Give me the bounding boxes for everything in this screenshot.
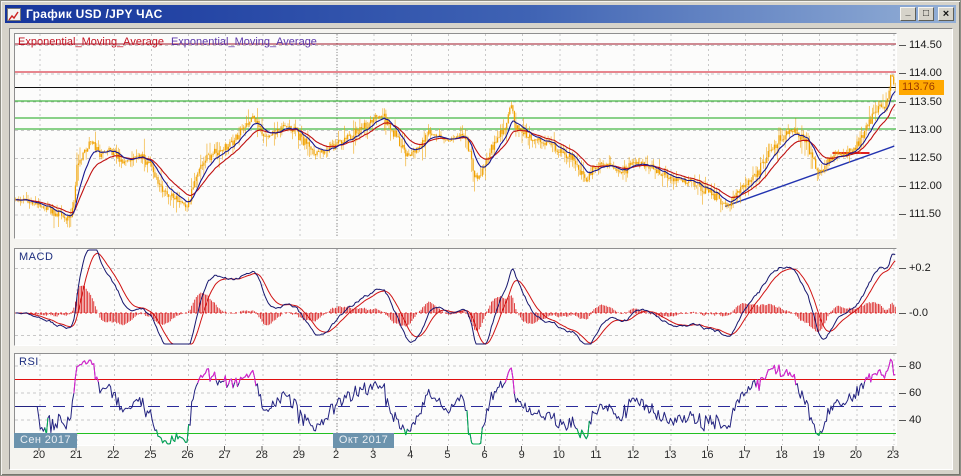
macd-grid [15, 249, 896, 345]
rsi-label: RSI [19, 356, 39, 368]
maximize-button[interactable]: □ [918, 7, 934, 21]
date-label: 20 [842, 449, 870, 462]
scale-tick-label: +0.2 [899, 262, 931, 275]
rsi-panel[interactable]: RSI [14, 353, 897, 446]
scale-tick-label: 80 [899, 360, 921, 373]
scale-tick-label: 40 [899, 414, 921, 427]
scale-tick-label: 112.00 [899, 180, 942, 193]
date-label: 18 [768, 449, 796, 462]
grid-lines [15, 34, 896, 238]
price-scale[interactable]: 113.76 114.50 114.00 113.50 113.00 112.50 112… [899, 29, 953, 469]
scale-tick-label: 114.50 [899, 39, 942, 52]
scale-tick-label: -0.0 [899, 307, 928, 320]
date-label: 19 [805, 449, 833, 462]
scale-tick-label: 60 [899, 387, 921, 400]
chart-window: График USD /JPY ЧАС _ □ × Exponential_Mo… [0, 0, 961, 476]
scale-tick-label: 112.50 [899, 152, 942, 165]
macd-lines [16, 250, 895, 344]
rsi-levels [15, 380, 896, 434]
trendline [725, 146, 894, 206]
macd-panel[interactable]: MACD [14, 248, 897, 346]
ema-label-2: Exponential_Moving_Average [171, 36, 317, 48]
candlestick-plot[interactable] [15, 34, 896, 238]
date-label: 26 [174, 449, 202, 462]
date-label: 3 [359, 449, 387, 462]
date-label: 11 [582, 449, 610, 462]
rsi-plot[interactable] [15, 354, 896, 445]
date-label: 27 [211, 449, 239, 462]
title-bar[interactable]: График USD /JPY ЧАС _ □ × [5, 5, 956, 23]
date-label: 5 [433, 449, 461, 462]
date-label: 9 [508, 449, 536, 462]
date-label: 10 [545, 449, 573, 462]
date-label: 29 [285, 449, 313, 462]
level-lines [15, 44, 896, 129]
line-chart-icon [7, 8, 21, 21]
ema-lines [16, 91, 895, 215]
scale-tick-label: 111.50 [899, 208, 941, 221]
date-label: 17 [730, 449, 758, 462]
date-label: 12 [619, 449, 647, 462]
candles [16, 75, 895, 229]
date-label: 6 [471, 449, 499, 462]
date-label: 25 [136, 449, 164, 462]
rsi-line [16, 359, 895, 444]
date-label: 13 [656, 449, 684, 462]
minimize-button[interactable]: _ [900, 7, 916, 21]
month-badge-sep: Сен 2017 [14, 433, 77, 448]
date-label: 16 [693, 449, 721, 462]
chart-content: Exponential_Moving_Average Exponential_Mo… [9, 28, 953, 470]
date-label: 2 [322, 449, 350, 462]
date-label: 23 [879, 449, 907, 462]
ema-label-1: Exponential_Moving_Average [18, 36, 164, 48]
window-title: График USD /JPY ЧАС [26, 7, 900, 21]
date-label: 28 [248, 449, 276, 462]
date-label: 22 [99, 449, 127, 462]
macd-label: MACD [19, 251, 53, 263]
scale-tick-label: 113.50 [899, 96, 942, 109]
indicator-labels: Exponential_Moving_Average Exponential_Mo… [18, 36, 324, 48]
scale-tick-label: 114.00 [899, 67, 942, 80]
rsi-grid [15, 354, 896, 445]
date-label: 21 [62, 449, 90, 462]
current-price-tag: 113.76 [899, 80, 944, 95]
date-label: 20 [25, 449, 53, 462]
macd-plot[interactable] [15, 249, 896, 345]
scale-tick-label: 113.00 [899, 124, 942, 137]
date-label: 4 [396, 449, 424, 462]
close-button[interactable]: × [938, 7, 954, 21]
month-badge-oct: Окт 2017 [333, 433, 394, 448]
main-price-chart[interactable]: Exponential_Moving_Average Exponential_Mo… [14, 33, 897, 239]
